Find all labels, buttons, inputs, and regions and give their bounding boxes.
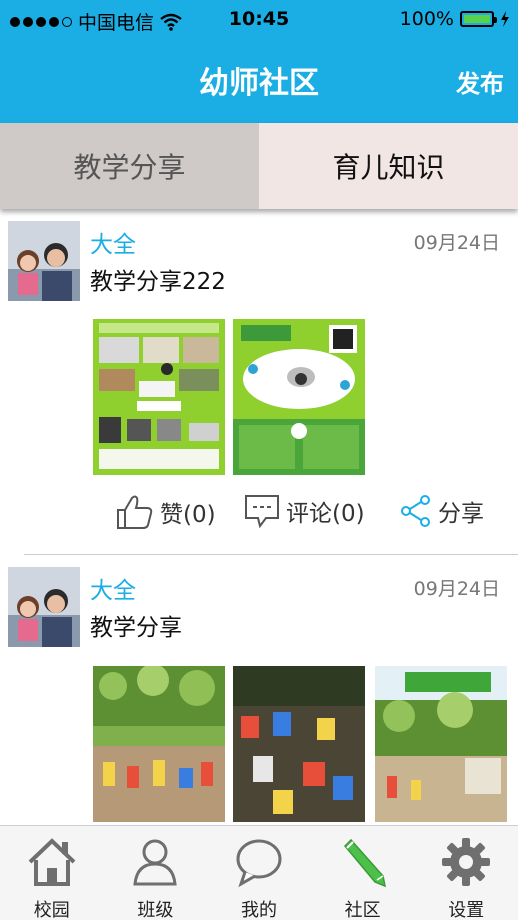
like-button[interactable]: 赞(0) xyxy=(116,494,216,530)
post-date: 09月24日 xyxy=(413,232,500,254)
chat-bubble-icon xyxy=(236,839,282,888)
post-image[interactable] xyxy=(93,666,225,822)
post-image[interactable] xyxy=(93,319,225,475)
thumbs-up-icon xyxy=(117,495,153,529)
avatar[interactable] xyxy=(8,567,80,647)
post-image[interactable] xyxy=(375,666,507,822)
charging-bolt-icon xyxy=(501,11,509,27)
comment-count: 评论(0) xyxy=(286,501,365,527)
post-content: 教学分享 xyxy=(90,615,182,641)
share-button[interactable]: 分享 xyxy=(400,494,484,528)
tab-label: 我的 xyxy=(240,900,277,921)
post-feed[interactable]: 大全 09月24日 教学分享222 赞(0) 评论(0) 分享 大全 09月24… xyxy=(0,209,518,825)
tab-parenting-knowledge[interactable]: 育儿知识 xyxy=(259,123,518,209)
tab-settings[interactable]: 设置 xyxy=(414,826,518,921)
share-label: 分享 xyxy=(438,501,484,527)
tab-teaching-share[interactable]: 教学分享 xyxy=(0,123,259,209)
post-username[interactable]: 大全 xyxy=(90,225,136,259)
post-image[interactable] xyxy=(233,666,365,822)
post-item[interactable]: 大全 09月24日 教学分享 xyxy=(0,555,518,825)
tab-label: 班级 xyxy=(137,900,174,921)
tab-label: 社区 xyxy=(344,900,381,921)
tab-community[interactable]: 社区 xyxy=(311,826,415,921)
tab-label: 设置 xyxy=(448,900,485,921)
share-icon xyxy=(401,495,430,527)
header: 中国电信 10:45 100% 幼师社区 发布 xyxy=(0,0,518,123)
home-icon xyxy=(28,838,76,886)
status-right: 100% xyxy=(400,8,510,30)
post-date: 09月24日 xyxy=(413,578,500,600)
person-icon xyxy=(133,839,178,886)
avatar[interactable] xyxy=(8,221,80,301)
publish-button[interactable]: 发布 xyxy=(456,64,504,99)
status-bar: 中国电信 10:45 100% xyxy=(0,0,518,40)
post-actions: 赞(0) 评论(0) 分享 xyxy=(0,494,518,544)
post-image[interactable] xyxy=(233,319,365,475)
post-username[interactable]: 大全 xyxy=(90,571,136,605)
battery-icon xyxy=(460,11,497,27)
comment-button[interactable]: 评论(0) xyxy=(244,494,365,528)
comment-icon xyxy=(245,495,279,528)
tab-campus[interactable]: 校园 xyxy=(0,826,104,921)
tab-mine[interactable]: 我的 xyxy=(207,826,311,921)
like-count: 赞(0) xyxy=(160,502,216,528)
tab-bar: 校园 班级 我的 社区 设置 xyxy=(0,825,518,921)
gear-icon xyxy=(442,838,491,886)
battery-percent: 100% xyxy=(399,8,454,30)
pencil-icon xyxy=(343,838,386,888)
tab-label: 校园 xyxy=(33,900,70,921)
post-item[interactable]: 大全 09月24日 教学分享222 赞(0) 评论(0) 分享 xyxy=(0,209,518,555)
segment-tabs: 教学分享 育儿知识 xyxy=(0,123,518,209)
tab-class[interactable]: 班级 xyxy=(104,826,208,921)
page-title: 幼师社区 xyxy=(199,66,319,101)
post-content: 教学分享222 xyxy=(90,269,226,295)
